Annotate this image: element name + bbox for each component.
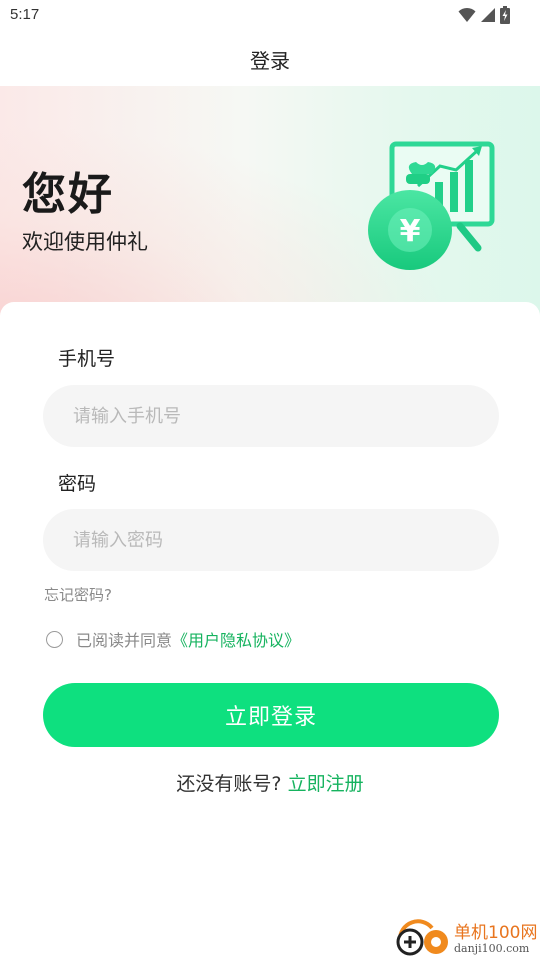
watermark-logo-icon: [396, 919, 448, 956]
register-prompt: 还没有账号?: [176, 773, 282, 795]
register-row: 还没有账号? 立即注册: [0, 769, 540, 796]
login-button[interactable]: 立即登录: [43, 683, 499, 747]
phone-label: 手机号: [58, 348, 116, 370]
watermark-url: danji100.com: [454, 942, 530, 955]
phone-input[interactable]: [43, 385, 499, 447]
cellular-signal-icon: [481, 8, 495, 22]
svg-text:¥: ¥: [400, 214, 421, 249]
password-label: 密码: [58, 473, 97, 495]
forgot-password-link[interactable]: 忘记密码?: [44, 584, 112, 605]
register-link[interactable]: 立即注册: [288, 773, 364, 795]
agreement-text: 已阅读并同意: [76, 631, 173, 650]
status-time: 5:17: [10, 6, 40, 23]
watermark-name: 单机100网: [454, 923, 538, 943]
status-bar: 5:17: [0, 0, 540, 30]
status-icons: [458, 6, 510, 24]
privacy-policy-link[interactable]: 《用户隐私协议》: [172, 627, 300, 651]
title-bar: 登录: [0, 30, 540, 86]
wifi-icon: [458, 7, 476, 22]
agreement-row: 已阅读并同意 《用户隐私协议》: [46, 628, 300, 650]
page-title: 登录: [250, 49, 290, 73]
watermark: 单机100网 danji100.com: [392, 916, 540, 960]
hero-welcome-text: 欢迎使用仲礼: [22, 230, 148, 254]
battery-icon: [500, 6, 510, 24]
agreement-radio[interactable]: [46, 630, 63, 648]
money-bag-chart-icon: ¥: [368, 141, 495, 270]
password-input[interactable]: [43, 509, 499, 571]
hero-greeting: 您好: [22, 169, 114, 220]
